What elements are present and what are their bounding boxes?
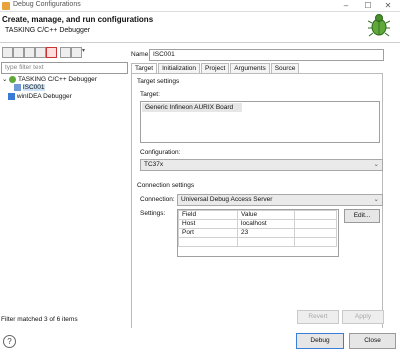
settings-label: Settings: — [140, 210, 166, 217]
filter-icon[interactable] — [71, 47, 82, 58]
table-cell: Host — [178, 219, 238, 229]
maximize-button[interactable]: ☐ — [358, 1, 378, 10]
bug-icon — [9, 75, 17, 83]
new-prototype-icon[interactable] — [13, 47, 24, 58]
duplicate-icon[interactable] — [35, 47, 46, 58]
connection-settings-heading: Connection settings — [137, 182, 195, 189]
target-tab-panel: Target settings Target: Generic Infineon… — [131, 73, 384, 330]
debug-bug-icon — [368, 14, 390, 37]
connection-select[interactable]: Universal Debug Access Server ⌄ — [177, 194, 383, 206]
table-cell — [294, 228, 337, 238]
table-cell[interactable]: 23 — [237, 228, 295, 238]
filter-status: Filter matched 3 of 6 items — [1, 316, 78, 323]
dialog-header: Create, manage, and run configurations T… — [0, 12, 400, 42]
revert-button[interactable]: Revert — [297, 310, 339, 324]
debug-button[interactable]: Debug — [296, 333, 344, 349]
new-config-icon[interactable] — [2, 47, 13, 58]
table-row[interactable]: Port 23 — [178, 228, 337, 238]
table-row — [178, 237, 337, 247]
configuration-editor: Name: ISC001 Target Initialization Proje… — [128, 45, 400, 330]
dialog-footer: ? Debug Close — [0, 328, 400, 356]
window-title: Debug Configurations — [13, 1, 81, 8]
table-cell — [294, 219, 337, 229]
connection-value: Universal Debug Access Server — [181, 196, 273, 203]
header-title: Create, manage, and run configurations — [2, 15, 154, 24]
help-icon[interactable]: ? — [3, 335, 16, 348]
target-list[interactable]: Generic Infineon AURIX Board — [140, 101, 380, 143]
tab-project[interactable]: Project — [201, 63, 230, 73]
list-item[interactable]: Generic Infineon AURIX Board — [142, 103, 242, 112]
table-row[interactable]: Host localhost — [178, 219, 337, 229]
edit-button[interactable]: Edit... — [344, 209, 380, 223]
delete-icon[interactable] — [46, 47, 57, 58]
configuration-label: Configuration: — [140, 149, 181, 156]
tab-source[interactable]: Source — [270, 63, 300, 73]
connection-label: Connection: — [140, 196, 175, 203]
app-icon — [2, 2, 10, 10]
tree-item-label: TASKING C/C++ Debugger — [17, 76, 97, 83]
table-header-row: Field Value — [178, 210, 337, 220]
filter-input[interactable]: type filter text — [1, 62, 128, 74]
view-menu-chevron-down-icon[interactable]: ▾ — [82, 47, 85, 54]
close-button[interactable]: Close — [349, 333, 396, 349]
title-bar: Debug Configurations – ☐ ✕ — [0, 0, 400, 12]
tab-arguments[interactable]: Arguments — [230, 63, 270, 73]
column-header-value: Value — [237, 210, 295, 220]
config-icon — [14, 84, 21, 91]
tree-item-winidea[interactable]: winIDEA Debugger — [8, 93, 72, 100]
target-label: Target: — [140, 91, 160, 98]
tree-item-label: ISC001 — [22, 84, 45, 92]
config-tabs: Target Initialization Project Arguments … — [131, 63, 300, 73]
settings-table: Field Value Host localhost Port 23 — [178, 210, 337, 247]
name-label: Name: — [131, 51, 151, 58]
winidea-icon — [8, 93, 15, 100]
target-settings-heading: Target settings — [137, 78, 180, 85]
configuration-list-panel: ▾ type filter text ⌄ TASKING C/C++ Debug… — [0, 45, 128, 328]
chevron-down-icon: ⌄ — [373, 196, 379, 203]
expand-chevron-icon[interactable]: ⌄ — [2, 76, 7, 83]
name-field[interactable]: ISC001 — [149, 49, 384, 61]
column-header-empty — [294, 210, 337, 220]
export-icon[interactable] — [24, 47, 35, 58]
header-divider — [0, 42, 400, 43]
configuration-select[interactable]: TC37x ⌄ — [140, 159, 383, 171]
close-window-button[interactable]: ✕ — [378, 1, 398, 10]
header-subtitle: TASKING C/C++ Debugger — [5, 27, 91, 34]
settings-table-frame: Field Value Host localhost Port 23 — [177, 209, 339, 257]
apply-button[interactable]: Apply — [342, 310, 384, 324]
column-header-field: Field — [178, 210, 238, 220]
tab-initialization[interactable]: Initialization — [158, 63, 201, 73]
tree-item-label: winIDEA Debugger — [16, 93, 72, 101]
configuration-value: TC37x — [144, 161, 164, 168]
minimize-button[interactable]: – — [336, 1, 356, 10]
tab-target[interactable]: Target — [131, 63, 158, 73]
tree-item-isc001[interactable]: ISC001 — [14, 84, 45, 92]
table-cell: Port — [178, 228, 238, 238]
tree-item-tasking[interactable]: ⌄ TASKING C/C++ Debugger — [2, 75, 97, 83]
chevron-down-icon: ⌄ — [373, 161, 379, 168]
table-cell[interactable]: localhost — [237, 219, 295, 229]
collapse-all-icon[interactable] — [60, 47, 71, 58]
